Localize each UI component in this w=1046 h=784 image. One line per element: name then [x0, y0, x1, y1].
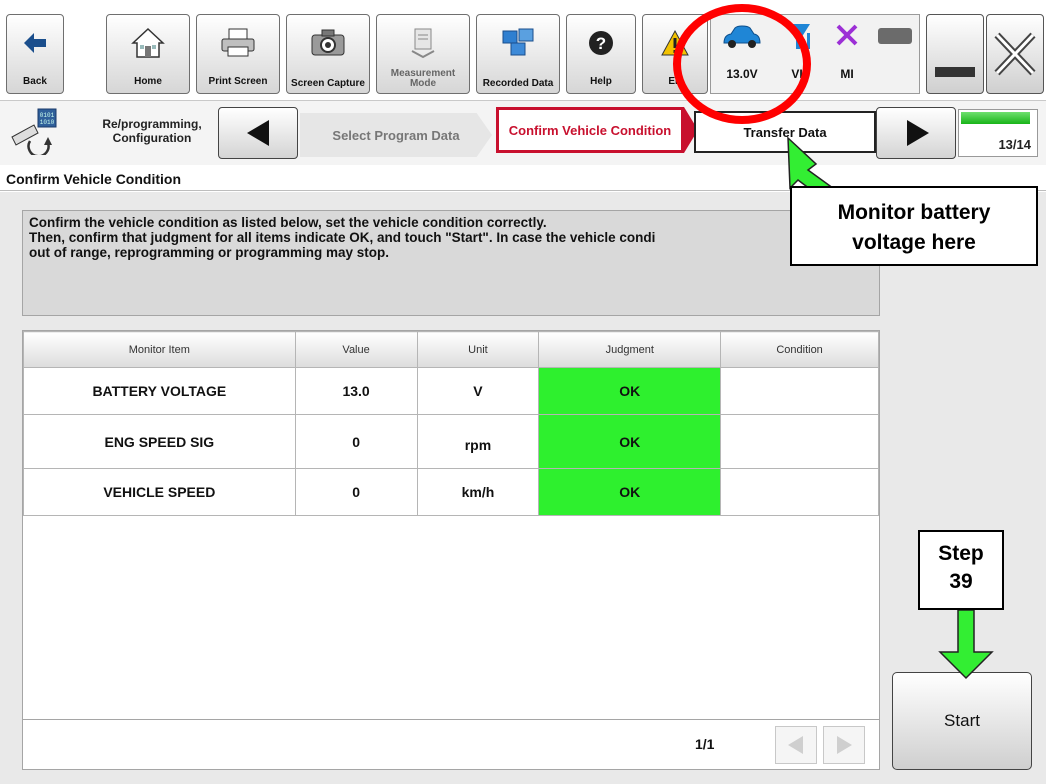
back-button[interactable]: Back [6, 14, 64, 94]
monitor-item-cell: BATTERY VOLTAGE [23, 367, 296, 415]
battery-indicator [871, 19, 919, 89]
next-page-button[interactable] [823, 726, 865, 764]
printer-icon [197, 21, 279, 65]
table-row: ENG SPEED SIG 0 rpm OK [23, 414, 879, 469]
header-condition: Condition [720, 331, 879, 368]
home-button[interactable]: Home [106, 14, 190, 94]
help-icon: ? [567, 21, 635, 65]
condition-cell [720, 367, 879, 415]
step-number: 39 [949, 570, 973, 593]
help-label: Help [590, 76, 612, 87]
measurement-icon [377, 21, 469, 65]
unit-cell: km/h [416, 468, 540, 516]
measurement-mode-label: Measurement Mode [390, 68, 456, 89]
step-select-program-data-label: Select Program Data [332, 127, 460, 143]
mi-status: MI [823, 19, 871, 89]
instruction-line-2: Then, confirm that judgment for all item… [29, 230, 656, 245]
measurement-mode-button[interactable]: Measurement Mode [376, 14, 470, 94]
instruction-line-1: Confirm the vehicle condition as listed … [29, 215, 547, 230]
screen-capture-label: Screen Capture [291, 78, 365, 89]
condition-cell [720, 414, 879, 469]
instruction-line-3: out of range, reprogramming or programmi… [29, 245, 390, 260]
home-label: Home [134, 76, 162, 87]
camera-icon [287, 21, 369, 65]
header-unit: Unit [416, 331, 540, 368]
close-icon [994, 32, 1036, 76]
nav-back-button[interactable] [218, 107, 298, 159]
monitor-item-cell: ENG SPEED SIG [23, 414, 296, 469]
page-indicator: 1/1 [695, 736, 715, 752]
monitor-battery-callout: Monitor battery voltage here [790, 186, 1038, 266]
judgment-cell: OK [538, 414, 722, 469]
consult-app: Back Home Print Screen Screen Capture Me… [0, 0, 1046, 784]
toolbar: Back Home Print Screen Screen Capture Me… [0, 0, 1046, 100]
condition-cell [720, 468, 879, 516]
recorded-data-icon [477, 21, 559, 65]
help-button[interactable]: ? Help [566, 14, 636, 94]
unit-cell: V [416, 367, 540, 415]
svg-text:0101: 0101 [40, 112, 55, 119]
reprogramming-icon: 0101 1010 [11, 108, 57, 155]
prev-page-icon [788, 736, 803, 754]
value-cell: 13.0 [294, 367, 418, 415]
print-screen-button[interactable]: Print Screen [196, 14, 280, 94]
start-label: Start [944, 711, 980, 730]
step-callout: Step 39 [918, 530, 1004, 610]
nav-forward-button[interactable] [876, 107, 956, 159]
print-screen-label: Print Screen [208, 76, 268, 87]
recorded-data-label: Recorded Data [482, 78, 554, 89]
prev-page-button[interactable] [775, 726, 817, 764]
back-arrow-icon [7, 21, 63, 65]
step-confirm-vehicle-condition-label: Confirm Vehicle Condition [508, 122, 672, 138]
cross-icon [836, 24, 858, 46]
back-label: Back [23, 76, 47, 87]
minimize-button[interactable] [926, 14, 984, 94]
unit-cell: rpm [416, 414, 540, 469]
svg-text:?: ? [596, 34, 606, 53]
next-page-icon [837, 736, 852, 754]
table-footer: 1/1 [22, 720, 880, 770]
header-value: Value [294, 331, 418, 368]
left-arrow-icon [247, 120, 269, 146]
start-button[interactable]: Start [892, 672, 1032, 770]
nav-title: Re/programming, Configuration [102, 117, 202, 145]
close-button[interactable] [986, 14, 1044, 94]
callout-line-2: voltage here [852, 231, 976, 254]
judgment-cell: OK [538, 367, 722, 415]
value-cell: 0 [294, 414, 418, 469]
step-arrow [938, 610, 994, 680]
progress-bar [961, 112, 1030, 124]
step-label: Step [938, 542, 984, 565]
minimize-icon [935, 67, 975, 77]
table-row: BATTERY VOLTAGE 13.0 V OK [23, 367, 879, 415]
step-select-program-data: Select Program Data [300, 113, 492, 157]
svg-text:1010: 1010 [40, 119, 55, 126]
step-progress: 13/14 [958, 109, 1038, 157]
instruction-message: Confirm the vehicle condition as listed … [22, 210, 880, 316]
table-header-row: Monitor Item Value Unit Judgment Conditi… [23, 331, 879, 368]
monitor-table-area: Monitor Item Value Unit Judgment Conditi… [22, 330, 880, 720]
table-row: VEHICLE SPEED 0 km/h OK [23, 468, 879, 516]
judgment-cell: OK [538, 468, 722, 516]
header-judgment: Judgment [538, 331, 722, 368]
callout-line-1: Monitor battery [837, 201, 991, 224]
value-cell: 0 [294, 468, 418, 516]
step-confirm-vehicle-condition: Confirm Vehicle Condition [496, 107, 684, 153]
header-monitor-item: Monitor Item [23, 331, 296, 368]
voltage-highlight-circle [673, 4, 811, 124]
monitor-item-cell: VEHICLE SPEED [23, 468, 296, 516]
home-icon [107, 21, 189, 65]
monitor-table: Monitor Item Value Unit Judgment Conditi… [23, 331, 879, 516]
progress-text: 13/14 [998, 137, 1031, 152]
screen-capture-button[interactable]: Screen Capture [286, 14, 370, 94]
navigation-bar: 0101 1010 Re/programming, Configuration … [0, 100, 1046, 166]
mi-label: MI [840, 67, 854, 81]
battery-icon [878, 28, 912, 44]
recorded-data-button[interactable]: Recorded Data [476, 14, 560, 94]
right-arrow-icon [907, 120, 929, 146]
